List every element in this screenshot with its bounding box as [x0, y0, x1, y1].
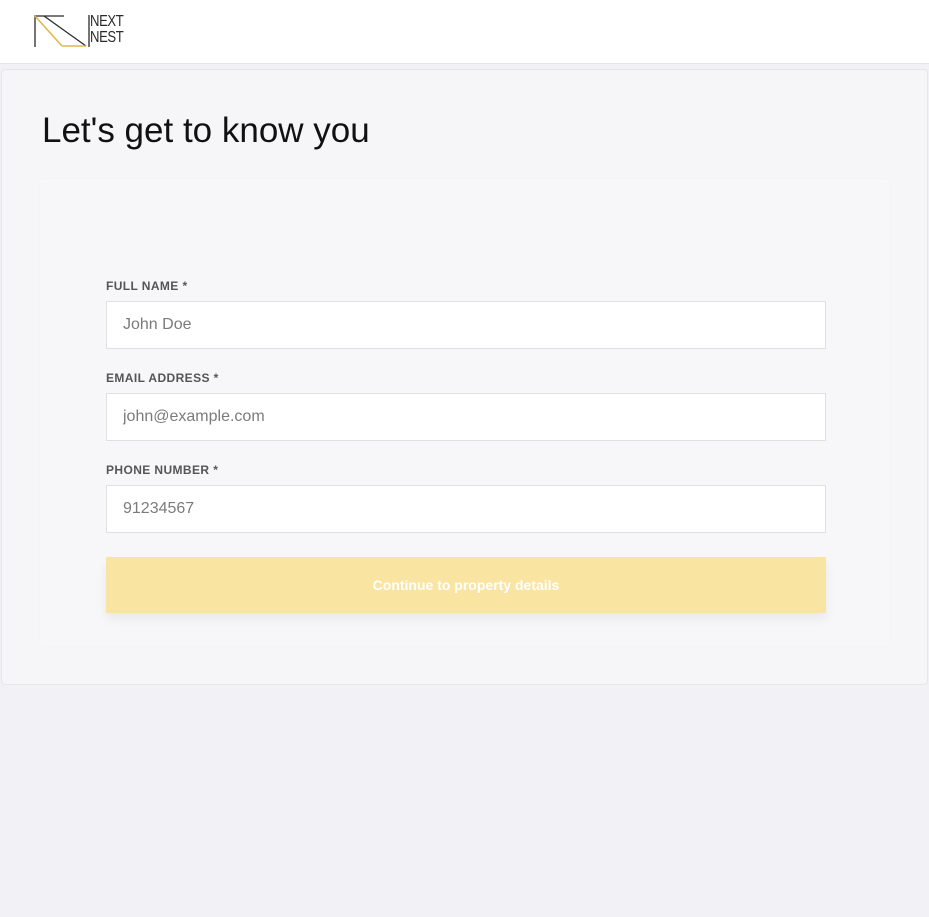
full-name-label: FULL NAME *: [106, 279, 188, 293]
phone-input[interactable]: [106, 485, 826, 533]
logo-word-next: NEXT: [90, 13, 124, 30]
top-bar: NEXT NEST: [0, 0, 929, 64]
contact-form: FULL NAME * EMAIL ADDRESS * PHONE NUMBER…: [40, 179, 890, 646]
logo-mark-icon: [34, 15, 90, 47]
phone-label: PHONE NUMBER *: [106, 463, 219, 477]
logo-wordmark: NEXT NEST: [90, 13, 124, 46]
full-name-input[interactable]: [106, 301, 826, 349]
page-title: Let's get to know you: [42, 111, 370, 150]
email-label: EMAIL ADDRESS *: [106, 371, 219, 385]
continue-button[interactable]: Continue to property details: [106, 557, 826, 613]
signup-card: Let's get to know you FULL NAME * EMAIL …: [1, 69, 928, 685]
logo-word-nest: NEST: [90, 29, 124, 46]
email-input[interactable]: [106, 393, 826, 441]
nextnest-logo[interactable]: NEXT NEST: [34, 14, 134, 50]
